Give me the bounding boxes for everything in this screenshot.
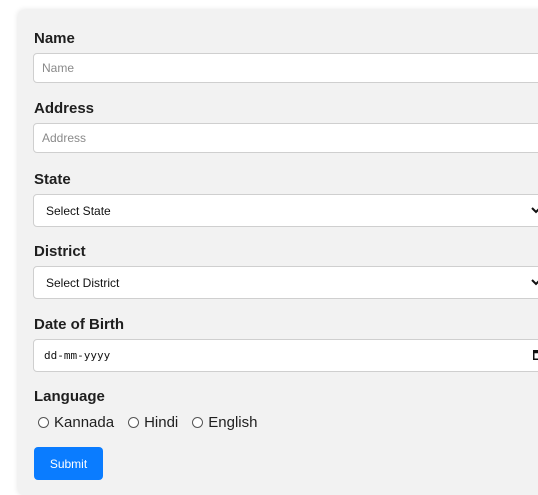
district-select-value: Select District — [46, 275, 120, 290]
language-radio-group: Kannada Hindi English — [34, 414, 266, 431]
radio-label-kannada: Kannada — [54, 414, 115, 431]
radio-english[interactable] — [192, 417, 204, 428]
dob-input[interactable]: dd-mm-yyyy — [33, 339, 538, 372]
district-label: District — [34, 243, 86, 260]
address-label: Address — [34, 100, 95, 117]
radio-hindi[interactable] — [128, 417, 140, 428]
dob-label: Date of Birth — [34, 316, 124, 333]
registration-form: Name Address State Select State District… — [18, 10, 538, 495]
submit-button[interactable]: Submit — [34, 447, 103, 480]
state-select[interactable]: Select State — [33, 194, 538, 227]
radio-label-english: English — [208, 414, 258, 431]
dob-placeholder: dd-mm-yyyy — [44, 349, 111, 362]
radio-label-hindi: Hindi — [144, 414, 179, 431]
name-input[interactable] — [33, 53, 538, 83]
name-label: Name — [34, 30, 75, 47]
chevron-down-icon — [530, 205, 538, 217]
state-label: State — [34, 171, 71, 188]
address-input[interactable] — [33, 123, 538, 153]
calendar-icon[interactable] — [533, 349, 538, 363]
language-label: Language — [34, 388, 105, 405]
state-select-value: Select State — [46, 203, 111, 218]
district-select[interactable]: Select District — [33, 266, 538, 299]
chevron-down-icon — [530, 277, 538, 289]
radio-kannada[interactable] — [38, 417, 49, 428]
